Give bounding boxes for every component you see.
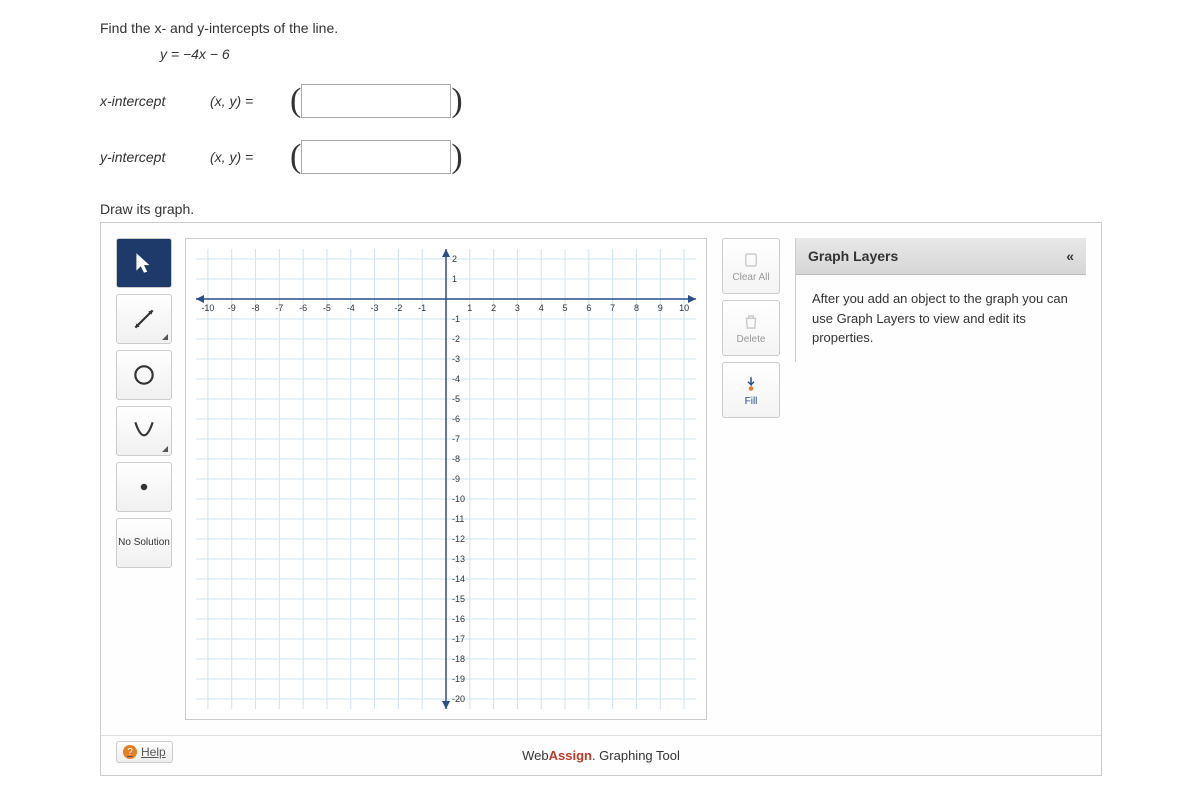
svg-text:-4: -4 [452, 374, 460, 384]
svg-text:-2: -2 [452, 334, 460, 344]
svg-text:-2: -2 [394, 303, 402, 313]
svg-text:-3: -3 [371, 303, 379, 313]
svg-text:-7: -7 [275, 303, 283, 313]
help-link[interactable]: ? Help [116, 741, 173, 763]
svg-text:1: 1 [467, 303, 472, 313]
clear-all-button[interactable]: Clear All [722, 238, 780, 294]
y-intercept-input[interactable] [301, 140, 451, 174]
svg-text:-5: -5 [323, 303, 331, 313]
no-solution-tool[interactable]: No Solution [116, 518, 172, 568]
fill-label: Fill [745, 396, 758, 407]
delete-button[interactable]: Delete [722, 300, 780, 356]
svg-text:-18: -18 [452, 654, 465, 664]
line-icon [131, 306, 157, 332]
svg-text:-14: -14 [452, 574, 465, 584]
x-intercept-label: x-intercept [100, 93, 210, 109]
svg-text:2: 2 [491, 303, 496, 313]
svg-text:2: 2 [452, 254, 457, 264]
y-intercept-label: y-intercept [100, 149, 210, 165]
svg-text:-7: -7 [452, 434, 460, 444]
svg-text:4: 4 [539, 303, 544, 313]
fill-icon [741, 374, 761, 394]
point-tool[interactable] [116, 462, 172, 512]
graph-layers-panel: Graph Layers « After you add an object t… [795, 238, 1086, 362]
svg-text:-8: -8 [252, 303, 260, 313]
svg-text:-20: -20 [452, 694, 465, 704]
svg-text:10: 10 [679, 303, 689, 313]
point-icon [131, 474, 157, 500]
help-label: Help [141, 745, 166, 759]
svg-text:1: 1 [452, 274, 457, 284]
graph-canvas[interactable]: -10-9-8-7-6-5-4-3-2-11234567891021-1-2-3… [185, 238, 707, 720]
svg-text:-10: -10 [201, 303, 214, 313]
circle-tool[interactable] [116, 350, 172, 400]
svg-text:-5: -5 [452, 394, 460, 404]
svg-text:-3: -3 [452, 354, 460, 364]
svg-text:-1: -1 [452, 314, 460, 324]
equation: y = −4x − 6 [160, 46, 1100, 62]
parabola-tool[interactable] [116, 406, 172, 456]
svg-text:3: 3 [515, 303, 520, 313]
open-paren: ( [290, 138, 301, 176]
pointer-tool[interactable] [116, 238, 172, 288]
svg-text:-11: -11 [452, 514, 464, 524]
svg-text:-16: -16 [452, 614, 465, 624]
graphing-tool: No Solution -10-9-8-7-6-5-4-3-2-11234567… [100, 222, 1102, 776]
svg-text:8: 8 [634, 303, 639, 313]
draw-graph-label: Draw its graph. [100, 201, 1100, 217]
collapse-icon[interactable]: « [1066, 248, 1074, 264]
svg-text:-13: -13 [452, 554, 465, 564]
parabola-icon [131, 418, 157, 444]
svg-text:-6: -6 [452, 414, 460, 424]
footer-brand: WebAssign. Graphing Tool [101, 735, 1101, 775]
graph-layers-header: Graph Layers « [796, 238, 1086, 275]
svg-text:6: 6 [586, 303, 591, 313]
graph-layers-body: After you add an object to the graph you… [796, 275, 1086, 362]
y-intercept-row: y-intercept (x, y) = ( ) [100, 138, 1100, 176]
svg-text:-4: -4 [347, 303, 355, 313]
svg-text:-9: -9 [228, 303, 236, 313]
question-prompt: Find the x- and y-intercepts of the line… [100, 20, 1100, 36]
x-intercept-input[interactable] [301, 84, 451, 118]
open-paren: ( [290, 82, 301, 120]
svg-text:-12: -12 [452, 534, 465, 544]
trash-icon [741, 312, 761, 332]
svg-text:-1: -1 [418, 303, 426, 313]
pointer-icon [131, 250, 157, 276]
graph-layers-title: Graph Layers [808, 248, 898, 264]
xy-equals: (x, y) = [210, 93, 290, 109]
fill-button[interactable]: Fill [722, 362, 780, 418]
xy-equals: (x, y) = [210, 149, 290, 165]
clear-icon [741, 250, 761, 270]
circle-icon [131, 362, 157, 388]
x-intercept-row: x-intercept (x, y) = ( ) [100, 82, 1100, 120]
svg-text:-9: -9 [452, 474, 460, 484]
tool-toolbar: No Solution [116, 238, 170, 568]
help-icon: ? [123, 745, 137, 759]
svg-text:-17: -17 [452, 634, 465, 644]
svg-text:-10: -10 [452, 494, 465, 504]
svg-text:-19: -19 [452, 674, 465, 684]
action-toolbar: Clear All Delete Fill [722, 238, 780, 418]
svg-text:9: 9 [658, 303, 663, 313]
close-paren: ) [451, 82, 462, 120]
svg-text:7: 7 [610, 303, 615, 313]
close-paren: ) [451, 138, 462, 176]
svg-text:5: 5 [563, 303, 568, 313]
svg-text:-8: -8 [452, 454, 460, 464]
delete-label: Delete [737, 334, 766, 345]
svg-text:-6: -6 [299, 303, 307, 313]
svg-text:-15: -15 [452, 594, 465, 604]
clear-all-label: Clear All [732, 272, 769, 283]
line-tool[interactable] [116, 294, 172, 344]
